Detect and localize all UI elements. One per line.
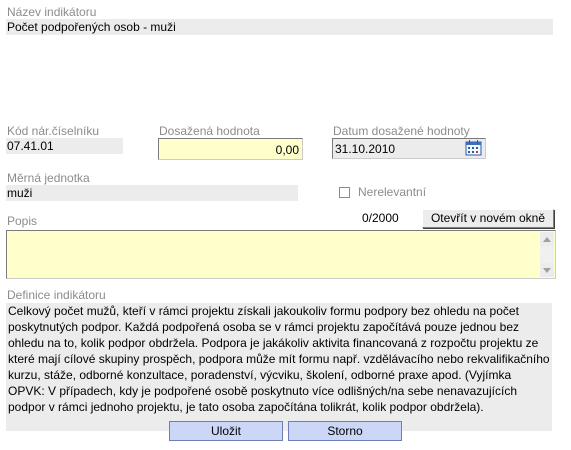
scroll-up-icon[interactable] [540, 232, 554, 246]
achieved-date-field[interactable]: 31.10.2010 [332, 138, 486, 159]
irrelevant-checkbox[interactable] [339, 187, 350, 198]
save-button[interactable]: Uložit [169, 421, 283, 441]
unit-value: muži [6, 185, 298, 201]
definition-text: Celkový počet mužů, kteří v rámci projek… [8, 304, 550, 414]
achieved-value-input[interactable]: 0,00 [158, 138, 303, 160]
open-new-window-button[interactable]: Otevřít v novém okně [422, 209, 554, 228]
achieved-date-value: 31.10.2010 [335, 142, 396, 156]
description-label: Popis [7, 214, 38, 228]
cancel-button[interactable]: Storno [288, 421, 402, 441]
description-textarea[interactable] [6, 230, 556, 279]
code-value: 07.41.01 [6, 138, 123, 154]
achieved-value-label: Dosažená hodnota [159, 124, 260, 138]
calendar-icon[interactable] [465, 140, 483, 157]
definition-label: Definice indikátoru [7, 288, 106, 302]
code-label: Kód nár.číselníku [7, 124, 100, 138]
scroll-down-icon[interactable] [540, 263, 554, 277]
definition-box: Celkový počet mužů, kteří v rámci projek… [6, 303, 552, 431]
unit-label: Měrná jednotka [7, 171, 90, 185]
description-scrollbar[interactable] [540, 232, 554, 277]
description-counter: 0/2000 [362, 211, 399, 225]
indicator-name-value: Počet podpořených osob - muži [6, 19, 553, 35]
achieved-date-label: Datum dosažené hodnoty [333, 124, 470, 138]
indicator-name-label: Název indikátoru [7, 5, 97, 19]
irrelevant-label: Nerelevantní [358, 185, 427, 199]
